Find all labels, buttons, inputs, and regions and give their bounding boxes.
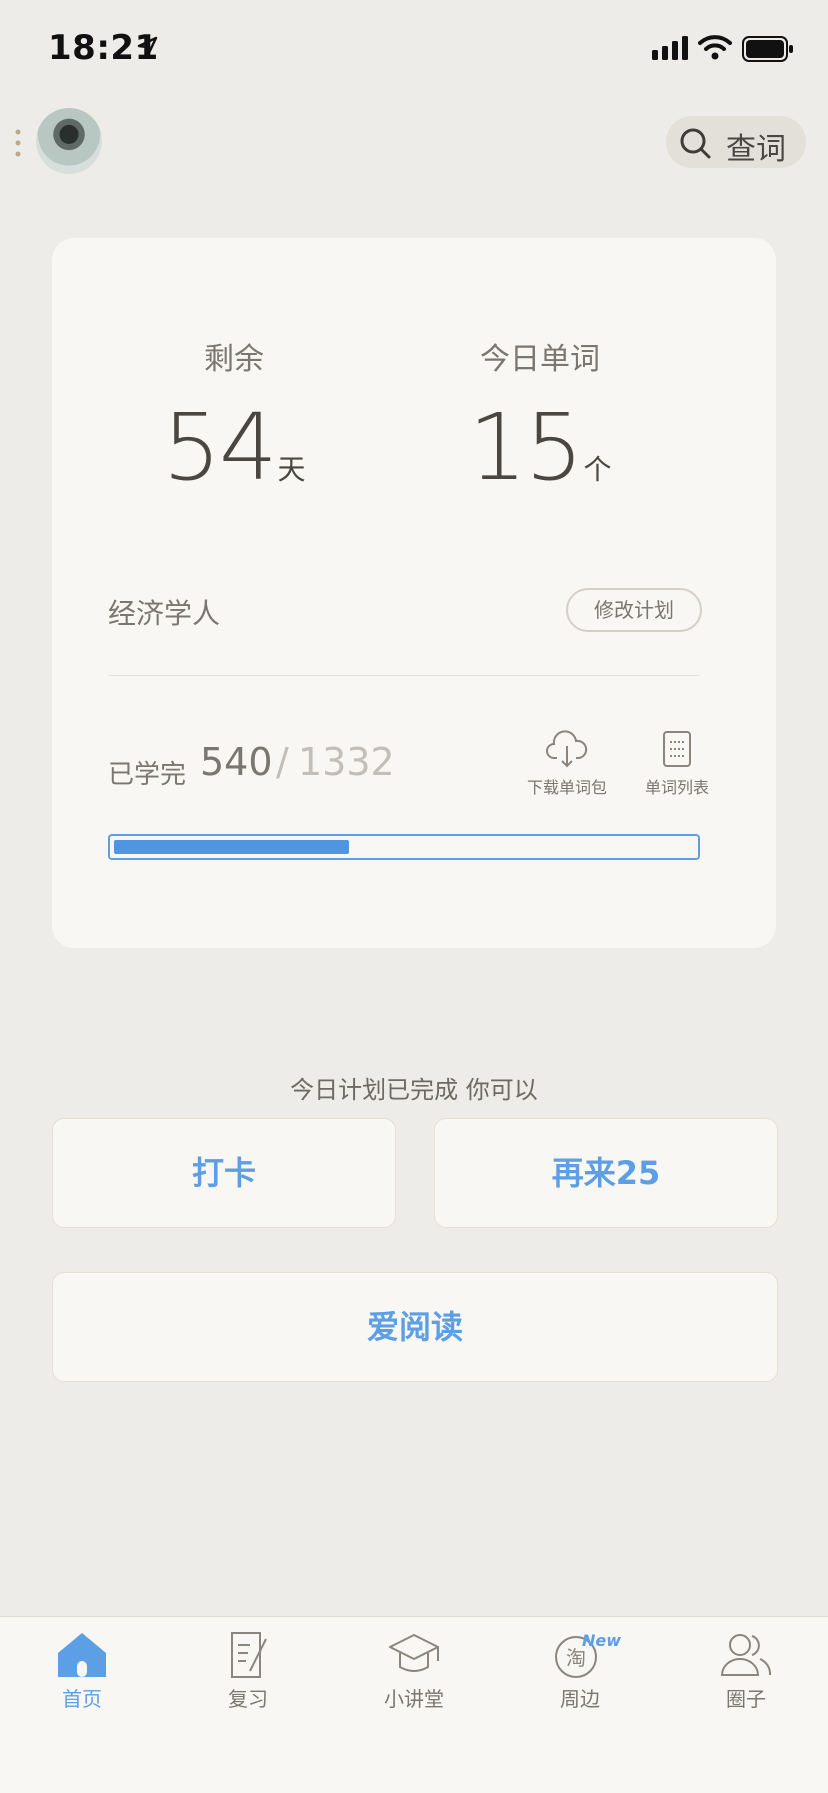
learned-label: 已学完 (108, 760, 187, 790)
download-word-pack-label: 下载单词包 (526, 778, 607, 797)
tab-home[interactable]: 首页 (22, 1629, 142, 1712)
word-list-icon (663, 731, 691, 767)
status-bar: 18:21 (0, 0, 828, 100)
home-icon (58, 1633, 106, 1677)
today-value: 15 (468, 394, 583, 501)
new-badge: New (582, 1631, 622, 1650)
location-arrow-icon (137, 36, 158, 57)
remaining-label: 剩余 (204, 342, 264, 377)
search-word-button[interactable]: 查词 (666, 116, 806, 168)
word-list-button[interactable]: 单词列表 (632, 730, 722, 798)
plan-card: 剩余 54天 今日单词 15个 经济学人 修改计划 已学完 540 / 1332… (52, 238, 776, 948)
tab-review[interactable]: 复习 (188, 1629, 308, 1712)
tab-nearby-label: 周边 (560, 1687, 600, 1711)
tab-lecture-label: 小讲堂 (384, 1687, 444, 1711)
graduation-cap-icon (389, 1634, 439, 1672)
progress-fill (114, 840, 349, 854)
people-icon (720, 1634, 772, 1676)
reading-button[interactable]: 爱阅读 (52, 1272, 778, 1382)
cellular-signal-icon (652, 36, 688, 60)
modify-plan-button[interactable]: 修改计划 (566, 588, 702, 632)
remaining-unit: 天 (277, 453, 306, 486)
tab-home-label: 首页 (62, 1687, 102, 1711)
word-book-name: 经济学人 (108, 597, 221, 630)
learn-more-button[interactable]: 再来25 (434, 1118, 778, 1228)
tab-circle-label: 圈子 (726, 1687, 766, 1711)
home-indicator (274, 1766, 554, 1776)
divider (108, 675, 700, 676)
download-word-pack-button[interactable]: 下载单词包 (522, 730, 612, 798)
battery-icon (742, 36, 793, 62)
search-icon (680, 128, 711, 159)
today-words-stat: 今日单词 15个 (430, 334, 650, 501)
check-in-button[interactable]: 打卡 (52, 1118, 396, 1228)
wifi-icon (698, 35, 732, 60)
tab-review-label: 复习 (228, 1687, 268, 1711)
search-label: 查词 (726, 132, 786, 167)
count-separator: / (276, 740, 289, 784)
total-count: 1332 (298, 740, 395, 784)
learning-progress-bar (108, 834, 700, 860)
remaining-value: 54 (162, 394, 277, 501)
today-label: 今日单词 (480, 342, 600, 377)
today-unit: 个 (583, 453, 612, 486)
tab-nearby[interactable]: 淘 New 周边 (520, 1629, 640, 1712)
user-avatar[interactable] (36, 108, 102, 174)
word-list-label: 单词列表 (644, 778, 709, 797)
cloud-download-icon (546, 730, 588, 768)
menu-dots-icon[interactable] (14, 128, 22, 158)
review-icon (231, 1632, 267, 1678)
learned-count: 540 (200, 740, 273, 784)
tab-lecture[interactable]: 小讲堂 (354, 1629, 474, 1712)
plan-complete-message: 今日计划已完成 你可以 (290, 1076, 538, 1104)
tab-circle[interactable]: 圈子 (686, 1629, 806, 1712)
remaining-days-stat: 剩余 54天 (124, 334, 344, 501)
